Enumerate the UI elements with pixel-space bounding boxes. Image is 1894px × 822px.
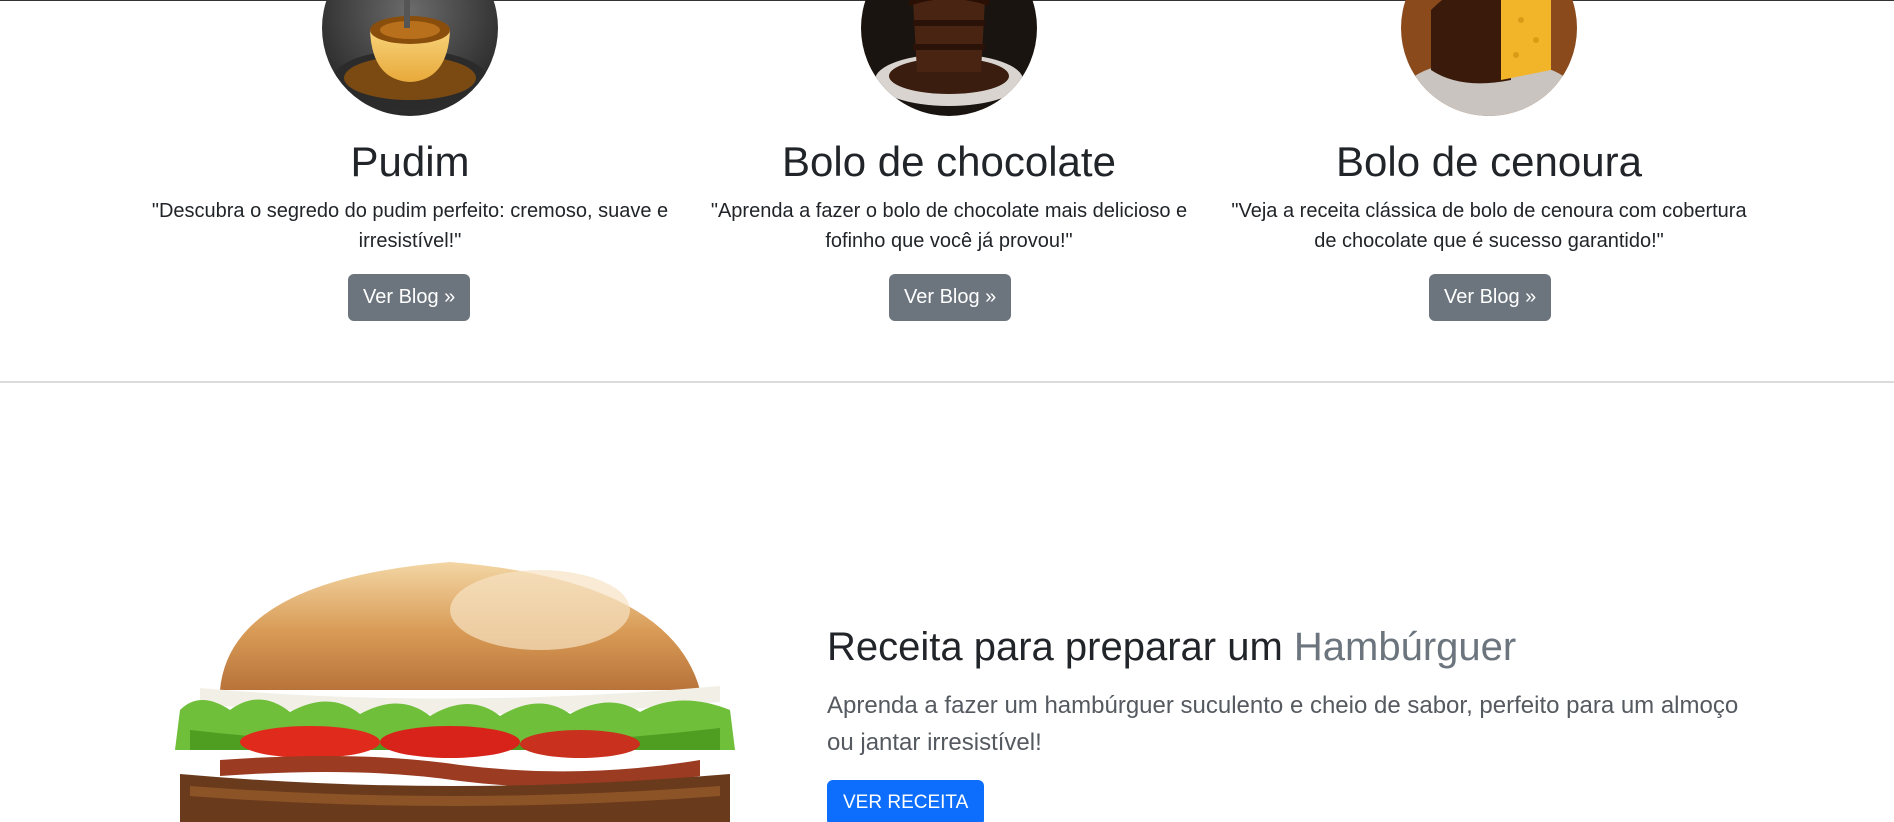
recipe-card-description: "Aprenda a fazer o bolo de chocolate mai… [710,200,1188,252]
bolo-cenoura-image [1401,0,1577,116]
recipe-card-title: Bolo de chocolate [782,138,1116,185]
ver-blog-button[interactable]: Ver Blog » [889,274,1012,321]
ver-blog-button[interactable]: Ver Blog » [1429,274,1552,321]
bolo-chocolate-image [861,0,1037,116]
recipe-card-description: "Descubra o segredo do pudim perfeito: c… [151,200,669,252]
ver-blog-button[interactable]: Ver Blog » [348,274,471,321]
feature-description: Aprenda a fazer um hambúrguer suculento … [827,692,1739,756]
feature-title-main: Receita para preparar um [827,625,1294,669]
feature-title: Receita para preparar um Hambúrguer [827,620,1516,674]
feature-title-highlight: Hambúrguer [1293,625,1517,669]
pudim-image [322,0,498,116]
recipe-card-title: Bolo de cenoura [1336,138,1642,185]
recipe-card-description: "Veja a receita clássica de bolo de ceno… [1231,200,1747,252]
section-divider [0,381,1894,383]
featured-recipes: Pudim "Descubra o segredo do pudim perfe… [0,0,1894,380]
recipe-card-title: Pudim [350,138,470,185]
ver-receita-button[interactable]: VER RECEITA [827,780,985,822]
hamburger-image [160,560,740,822]
page: Pudim "Descubra o segredo do pudim perfe… [0,0,1894,822]
